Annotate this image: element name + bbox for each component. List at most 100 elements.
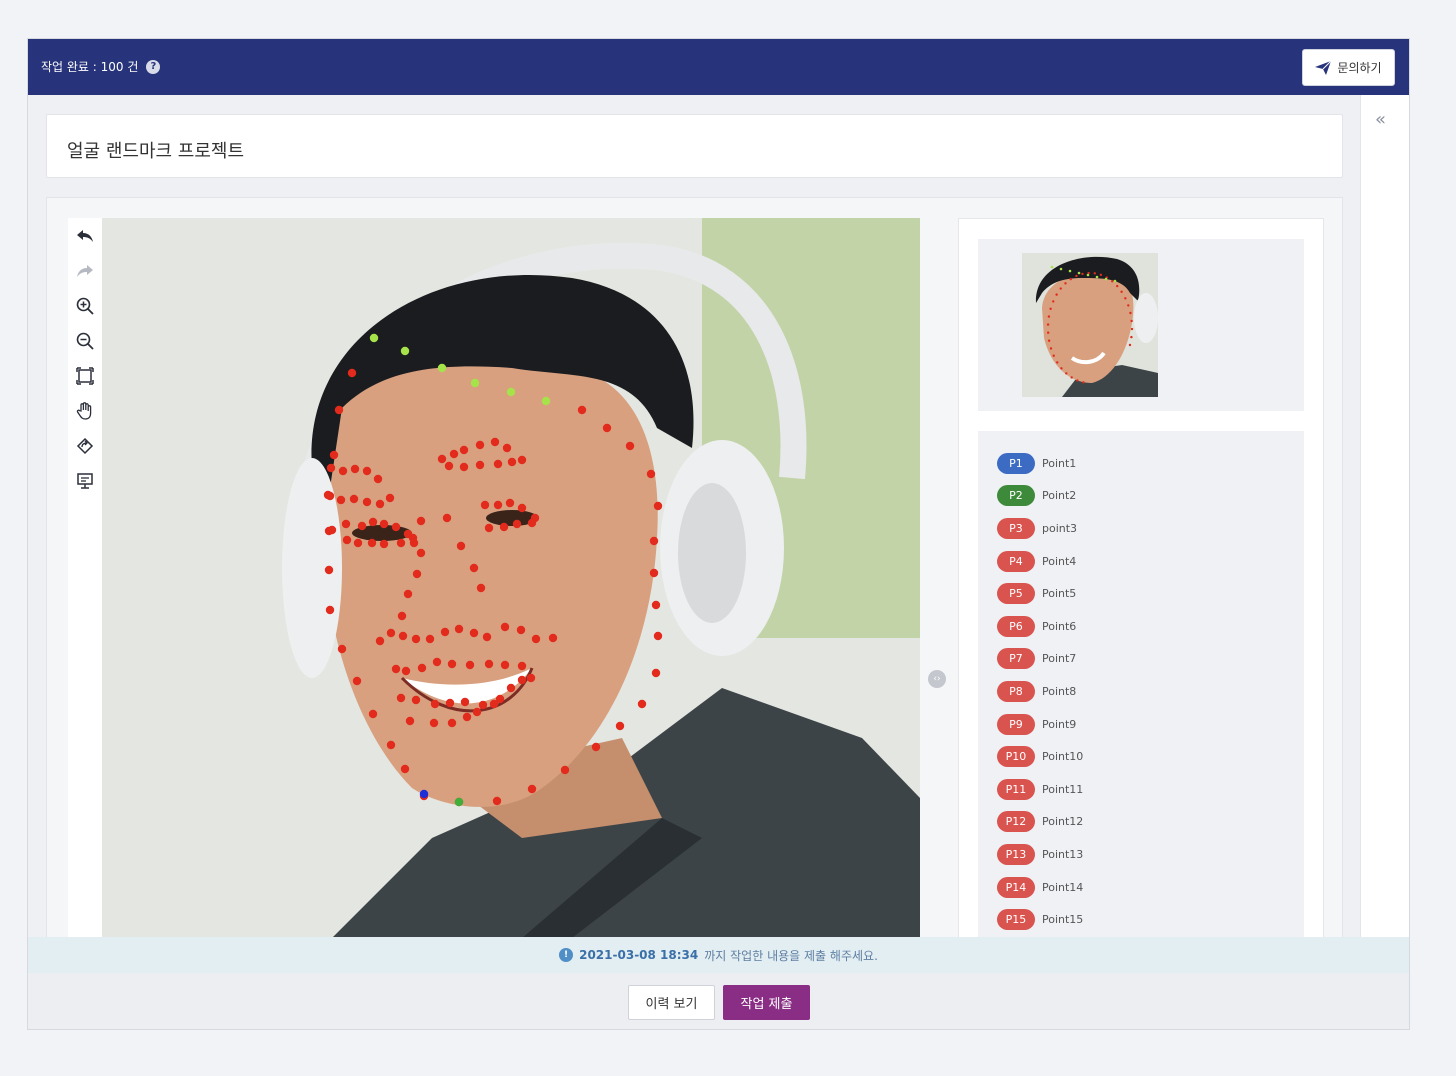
landmark-point[interactable] — [500, 622, 510, 632]
landmark-point[interactable] — [326, 463, 336, 473]
landmark-point[interactable] — [475, 460, 485, 470]
landmark-point[interactable] — [469, 563, 479, 573]
landmark-point[interactable] — [500, 660, 510, 670]
landmark-point[interactable] — [493, 459, 503, 469]
landmark-point[interactable] — [396, 693, 406, 703]
landmark-point[interactable] — [396, 538, 406, 548]
landmark-point[interactable] — [391, 664, 401, 674]
double-chevron-left-icon[interactable]: « — [1375, 109, 1386, 130]
rotate-icon[interactable] — [73, 434, 97, 458]
redo-icon[interactable] — [73, 259, 97, 283]
landmark-point[interactable] — [342, 535, 352, 545]
history-button[interactable]: 이력 보기 — [628, 985, 715, 1020]
landmark-point[interactable] — [430, 699, 440, 709]
landmark-point[interactable] — [469, 628, 479, 638]
landmark-point[interactable] — [475, 440, 485, 450]
landmark-point[interactable] — [512, 519, 522, 529]
landmark-point[interactable] — [649, 536, 659, 546]
landmark-point[interactable] — [337, 644, 347, 654]
landmark-point[interactable] — [385, 493, 395, 503]
landmark-point[interactable] — [653, 631, 663, 641]
landmark-point[interactable] — [368, 709, 378, 719]
point-list-item[interactable]: P15 Point15 — [978, 903, 1304, 936]
landmark-point[interactable] — [357, 521, 367, 531]
landmark-point[interactable] — [416, 548, 426, 558]
landmark-point[interactable] — [440, 627, 450, 637]
landmark-point[interactable] — [651, 668, 661, 678]
landmark-point[interactable] — [456, 541, 466, 551]
fit-screen-icon[interactable] — [73, 364, 97, 388]
point-list-item[interactable]: P2 Point2 — [978, 480, 1304, 513]
brow-landmark-point[interactable] — [400, 346, 410, 356]
landmark-point[interactable] — [591, 742, 601, 752]
landmark-point[interactable] — [472, 707, 482, 717]
landmark-point[interactable] — [362, 466, 372, 476]
landmark-point[interactable] — [401, 666, 411, 676]
landmark-point[interactable] — [411, 695, 421, 705]
landmark-point[interactable] — [386, 628, 396, 638]
landmark-point[interactable] — [349, 494, 359, 504]
landmark-point[interactable] — [398, 631, 408, 641]
landmark-point[interactable] — [489, 699, 499, 709]
annotation-canvas[interactable] — [102, 218, 920, 938]
point-list-item[interactable]: P4 Point4 — [978, 545, 1304, 578]
landmark-point[interactable] — [368, 517, 378, 527]
landmark-point[interactable] — [437, 454, 447, 464]
landmark-point[interactable] — [350, 464, 360, 474]
landmark-point[interactable] — [375, 636, 385, 646]
preview-thumbnail[interactable] — [1022, 253, 1158, 397]
brow-landmark-point[interactable] — [470, 378, 480, 388]
brow-landmark-point[interactable] — [541, 396, 551, 406]
zoom-in-icon[interactable] — [73, 294, 97, 318]
point-list-item[interactable]: P8 Point8 — [978, 675, 1304, 708]
landmark-point[interactable] — [454, 624, 464, 634]
landmark-point[interactable] — [637, 699, 647, 709]
landmark-point[interactable] — [325, 605, 335, 615]
landmark-point[interactable] — [447, 659, 457, 669]
landmark-point[interactable] — [653, 501, 663, 511]
landmark-point[interactable] — [625, 441, 635, 451]
point-list-item[interactable]: P7 Point7 — [978, 643, 1304, 676]
zoom-out-icon[interactable] — [73, 329, 97, 353]
panel-resize-handle[interactable]: ‹› — [928, 670, 946, 688]
landmark-point-p2[interactable] — [454, 797, 464, 807]
landmark-point[interactable] — [352, 676, 362, 686]
landmark-point[interactable] — [432, 657, 442, 667]
landmark-point[interactable] — [459, 462, 469, 472]
landmark-point[interactable] — [379, 539, 389, 549]
landmark-point[interactable] — [502, 443, 512, 453]
point-list-item[interactable]: P9 Point9 — [978, 708, 1304, 741]
landmark-point[interactable] — [506, 683, 516, 693]
pan-hand-icon[interactable] — [73, 399, 97, 423]
landmark-point[interactable] — [527, 518, 537, 528]
landmark-point[interactable] — [444, 461, 454, 471]
landmark-point[interactable] — [507, 457, 517, 467]
landmark-point[interactable] — [411, 634, 421, 644]
landmark-point[interactable] — [329, 450, 339, 460]
brow-landmark-point[interactable] — [437, 363, 447, 373]
landmark-point[interactable] — [338, 466, 348, 476]
landmark-point[interactable] — [526, 673, 536, 683]
landmark-point[interactable] — [548, 633, 558, 643]
landmark-point[interactable] — [397, 611, 407, 621]
inquiry-button[interactable]: 문의하기 — [1302, 49, 1395, 86]
landmark-point[interactable] — [651, 600, 661, 610]
landmark-point[interactable] — [615, 721, 625, 731]
landmark-point[interactable] — [336, 495, 346, 505]
point-list-item[interactable]: P1 Point1 — [978, 447, 1304, 480]
landmark-point[interactable] — [560, 765, 570, 775]
landmark-point[interactable] — [517, 675, 527, 685]
brow-landmark-point[interactable] — [369, 333, 379, 343]
point-list-item[interactable]: P12 Point12 — [978, 806, 1304, 839]
landmark-point[interactable] — [353, 538, 363, 548]
landmark-point[interactable] — [412, 569, 422, 579]
landmark-point[interactable] — [478, 700, 488, 710]
point-list-item[interactable]: P6 Point6 — [978, 610, 1304, 643]
undo-icon[interactable] — [73, 224, 97, 248]
landmark-point[interactable] — [417, 663, 427, 673]
landmark-point[interactable] — [602, 423, 612, 433]
landmark-point[interactable] — [391, 522, 401, 532]
landmark-point[interactable] — [327, 525, 337, 535]
landmark-point[interactable] — [373, 474, 383, 484]
presentation-icon[interactable] — [73, 469, 97, 493]
